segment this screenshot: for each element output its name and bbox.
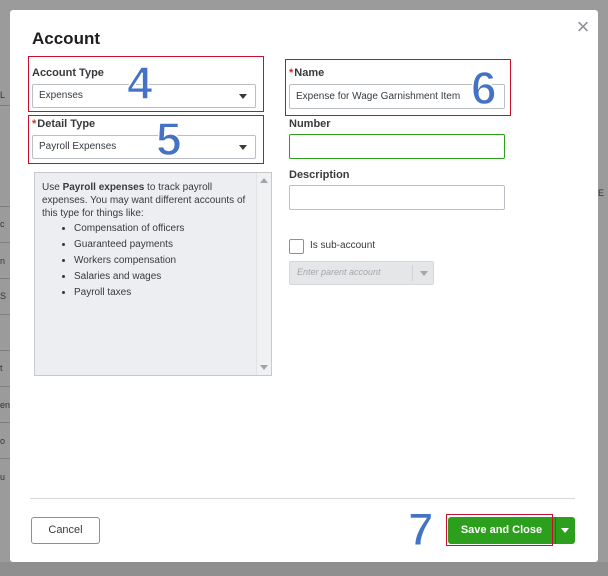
name-label: *Name: [289, 67, 324, 79]
sub-account-label: Is sub-account: [310, 240, 376, 251]
account-type-label: Account Type: [32, 67, 104, 79]
chevron-down-icon[interactable]: [260, 365, 268, 370]
cancel-button[interactable]: Cancel: [31, 517, 100, 544]
number-label: Number: [289, 118, 331, 130]
bg-fragment: n: [0, 256, 6, 266]
bg-fragment: o: [0, 436, 6, 446]
detail-type-value: Payroll Expenses: [39, 141, 117, 152]
bg-fragment: u: [0, 472, 6, 482]
parent-account-select[interactable]: Enter parent account: [289, 261, 434, 285]
bg-fragment: c: [0, 219, 5, 229]
description-input[interactable]: [289, 185, 505, 210]
dialog-title: Account: [32, 29, 100, 48]
account-dialog: Account × Account Type Expenses 4 *Detai…: [10, 10, 598, 562]
help-highlight: Payroll expenses: [62, 182, 145, 193]
annotation-number-6: 6: [470, 62, 497, 114]
chevron-down-icon: [561, 528, 569, 533]
account-type-value: Expenses: [39, 90, 83, 101]
detail-type-label-text: Detail Type: [37, 118, 96, 130]
detail-type-description: Use Payroll expenses to track payroll ex…: [34, 172, 272, 376]
annotation-number-4: 4: [126, 57, 153, 109]
name-label-text: Name: [294, 67, 325, 79]
list-item: Payroll taxes: [74, 286, 250, 299]
list-item: Guaranteed payments: [74, 238, 250, 251]
bg-fragment: S: [0, 291, 7, 301]
list-item: Workers compensation: [74, 254, 250, 267]
detail-type-label: *Detail Type: [32, 118, 95, 130]
chevron-up-icon[interactable]: [260, 178, 268, 183]
select-divider: [412, 265, 413, 281]
annotation-number-5: 5: [155, 113, 182, 165]
detail-type-select[interactable]: Payroll Expenses: [32, 135, 256, 159]
list-item: Salaries and wages: [74, 270, 250, 283]
bg-fragment: L: [0, 90, 6, 100]
save-options-button[interactable]: [555, 517, 575, 544]
help-scrollbar[interactable]: [256, 173, 271, 375]
number-input[interactable]: [289, 134, 505, 159]
parent-account-placeholder: Enter parent account: [297, 267, 381, 277]
bg-footer: [0, 562, 608, 576]
sub-account-checkbox[interactable]: [289, 239, 304, 254]
chevron-down-icon: [239, 94, 247, 99]
bg-fragment: t: [0, 363, 3, 373]
list-item: Compensation of officers: [74, 222, 250, 235]
chevron-down-icon: [420, 271, 428, 276]
chevron-down-icon: [239, 145, 247, 150]
required-mark: *: [32, 118, 37, 130]
save-and-close-button[interactable]: Save and Close: [448, 517, 555, 544]
annotation-number-7: 7: [407, 503, 434, 555]
description-label: Description: [289, 169, 350, 181]
close-icon[interactable]: ×: [572, 16, 594, 38]
bg-fragment: en: [0, 400, 10, 410]
bg-fragment: E: [598, 188, 605, 198]
footer-divider: [30, 498, 575, 499]
required-mark: *: [289, 67, 294, 79]
help-list: Compensation of officers Guaranteed paym…: [42, 222, 250, 299]
